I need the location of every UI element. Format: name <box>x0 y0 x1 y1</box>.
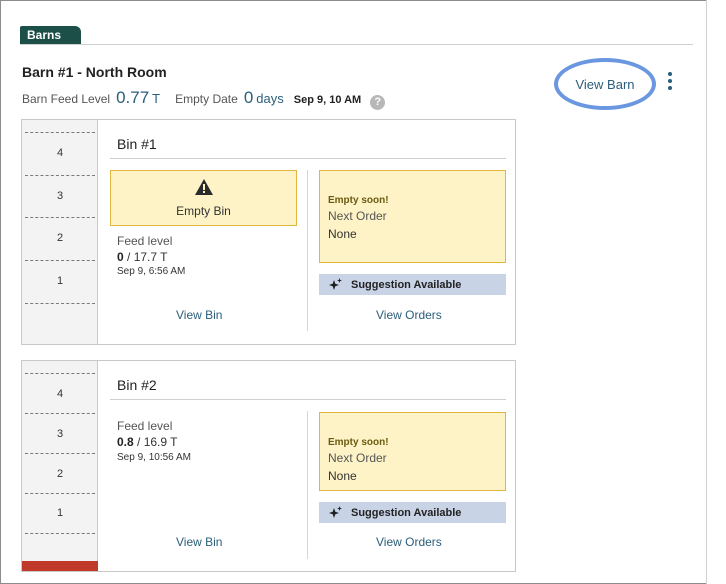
gauge-label: 2 <box>56 468 64 480</box>
gauge-tick <box>25 493 95 494</box>
gauge-label: 3 <box>56 428 64 440</box>
gauge-tick <box>25 453 95 454</box>
next-order-value: None <box>328 227 357 241</box>
barn-title: Barn #1 - North Room <box>22 64 167 80</box>
barn-meta: Barn Feed Level 0.77 T Empty Date 0 days… <box>22 88 386 110</box>
next-order-label: Next Order <box>328 451 387 465</box>
gauge-tick <box>25 413 95 414</box>
feed-current: 0.8 <box>117 435 134 449</box>
bin-title: Bin #1 <box>117 136 157 152</box>
bin-card: 4 3 2 1 Bin #2 Feed level 0.8 / 16.9 T S… <box>21 360 516 572</box>
empty-days-unit: days <box>256 91 284 106</box>
warning-triangle-icon <box>194 179 213 195</box>
view-orders-link[interactable]: View Orders <box>376 308 442 322</box>
right-panel-edge <box>706 0 726 584</box>
feed-level-value: 0.8 / 16.9 T <box>117 435 178 449</box>
gauge-label: 1 <box>56 507 64 519</box>
feed-capacity: / 17.7 T <box>127 250 168 264</box>
feed-capacity: / 16.9 T <box>137 435 178 449</box>
view-bin-link[interactable]: View Bin <box>176 308 222 322</box>
feed-level-label: Feed level <box>117 234 173 248</box>
empty-bin-alert: Empty Bin <box>110 170 297 226</box>
next-order-label: Next Order <box>328 209 387 223</box>
gauge-tick <box>25 175 95 176</box>
empty-date-label: Empty Date <box>175 92 238 106</box>
bin-title: Bin #2 <box>117 377 157 393</box>
view-orders-link[interactable]: View Orders <box>376 535 442 549</box>
gauge-fill-level <box>22 561 98 571</box>
view-barn-button[interactable]: View Barn <box>554 58 656 110</box>
view-bin-link[interactable]: View Bin <box>176 535 222 549</box>
suggestion-label: Suggestion Available <box>351 506 462 519</box>
suggestion-badge[interactable]: Suggestion Available <box>319 502 506 523</box>
bin-card: 4 3 2 1 Bin #1 Empty Bin Feed level 0 / … <box>21 119 516 345</box>
sparkle-icon <box>329 505 342 518</box>
gauge-tick <box>25 533 95 534</box>
feed-updated-date: Sep 9, 10:56 AM <box>117 452 191 463</box>
empty-bin-label: Empty Bin <box>176 204 231 218</box>
next-order-value: None <box>328 469 357 483</box>
empty-days-value: 0 <box>243 88 254 107</box>
feed-updated-date: Sep 9, 6:56 AM <box>117 266 186 277</box>
gauge-label: 1 <box>56 275 64 287</box>
feed-level-label: Feed level <box>117 419 173 433</box>
sparkle-icon <box>329 277 342 290</box>
suggestion-label: Suggestion Available <box>351 278 462 291</box>
feed-current: 0 <box>117 250 124 264</box>
gauge-tick <box>25 260 95 261</box>
gauge-tick <box>25 373 95 374</box>
barn-feed-level-label: Barn Feed Level <box>22 92 111 106</box>
column-divider <box>307 170 308 331</box>
gauge-tick <box>25 303 95 304</box>
column-divider <box>307 411 308 559</box>
empty-date-value: Sep 9, 10 AM <box>293 94 362 106</box>
order-alert-box: Empty soon! Next Order None <box>319 170 506 263</box>
bin-title-divider <box>110 158 506 159</box>
help-icon[interactable]: ? <box>370 95 386 110</box>
bin-level-gauge: 4 3 2 1 <box>22 361 98 571</box>
empty-soon-alert: Empty soon! <box>328 195 389 206</box>
tab-divider <box>20 44 693 45</box>
gauge-label: 3 <box>56 190 64 202</box>
gauge-label: 4 <box>56 388 64 400</box>
barn-feed-level-value: 0.77 <box>116 88 150 107</box>
gauge-tick <box>25 217 95 218</box>
gauge-tick <box>25 132 95 133</box>
suggestion-badge[interactable]: Suggestion Available <box>319 274 506 295</box>
gauge-label: 4 <box>56 147 64 159</box>
bin-title-divider <box>110 399 506 400</box>
barn-feed-level-unit: T <box>152 91 161 106</box>
kebab-menu-icon[interactable] <box>664 72 676 90</box>
order-alert-box: Empty soon! Next Order None <box>319 412 506 491</box>
empty-soon-alert: Empty soon! <box>328 437 389 448</box>
tab-barns[interactable]: Barns <box>20 26 81 44</box>
bin-level-gauge: 4 3 2 1 <box>22 120 98 344</box>
gauge-label: 2 <box>56 232 64 244</box>
feed-level-value: 0 / 17.7 T <box>117 250 168 264</box>
view-barn-label: View Barn <box>575 76 635 92</box>
